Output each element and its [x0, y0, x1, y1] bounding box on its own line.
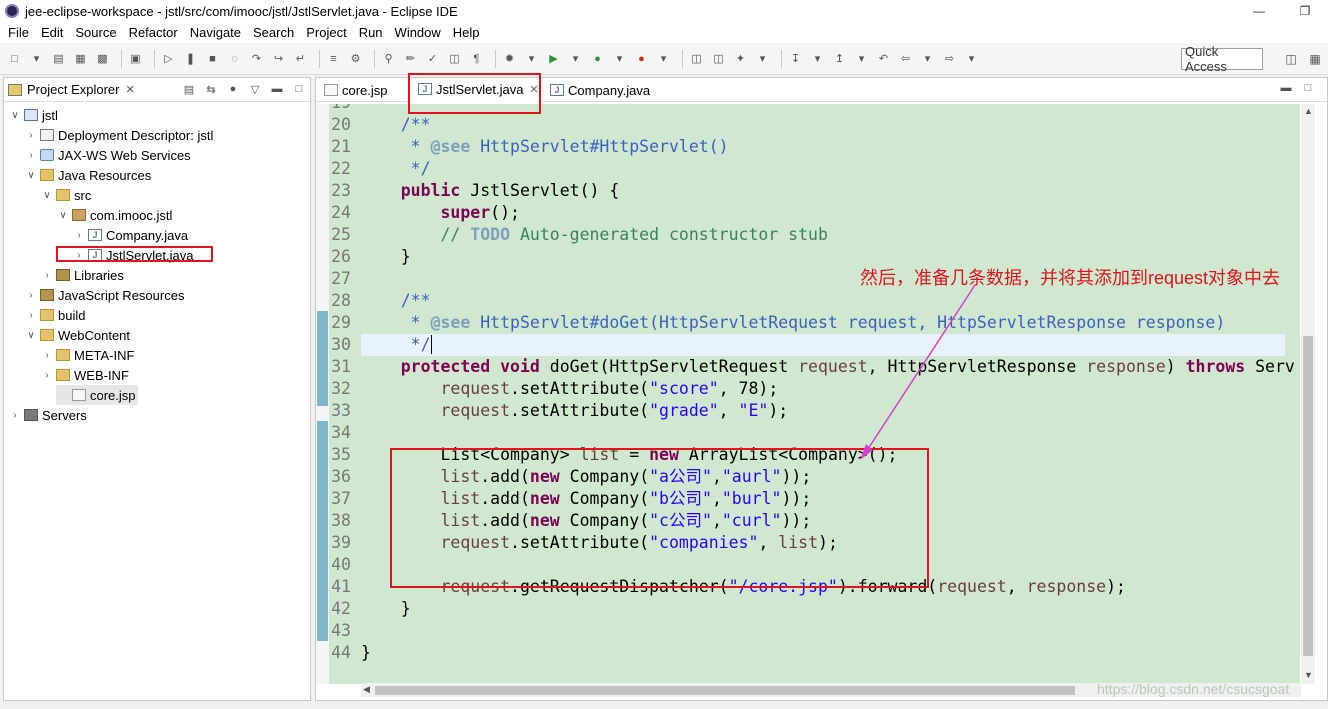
- arrow-line: [865, 284, 976, 453]
- annotation-text: 然后，准备几条数据，并将其添加到request对象中去: [860, 268, 1281, 288]
- status-bar: [0, 701, 1328, 709]
- arrow-head-icon: [860, 444, 873, 460]
- watermark: https://blog.csdn.net/csucsgoat: [1097, 681, 1290, 697]
- annotation-arrow: [860, 284, 976, 460]
